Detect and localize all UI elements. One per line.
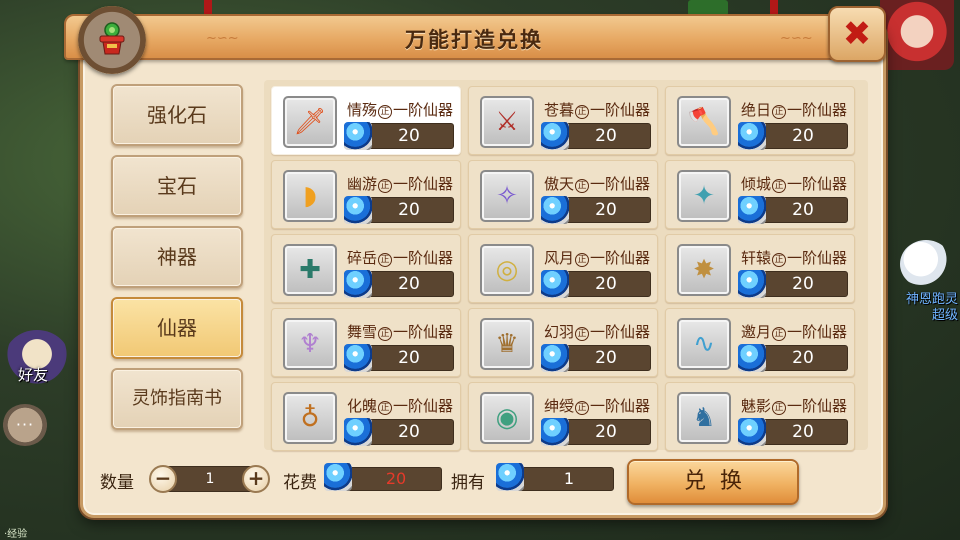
spear-icon: ⚔ (480, 96, 534, 148)
skirt-icon: ♆ (283, 318, 337, 370)
sidebar-tab[interactable]: 宝石 (111, 155, 243, 217)
item-card[interactable]: ✧ 傲天正一阶仙器 20 (468, 160, 658, 229)
star-weapon-icon: ✸ (677, 244, 731, 296)
increase-quantity-button[interactable]: + (242, 465, 270, 493)
gem-icon (541, 270, 569, 298)
item-name: 情殇正一阶仙器 (347, 101, 454, 119)
gem-icon (541, 418, 569, 446)
item-card[interactable]: 🪓 绝日正一阶仙器 20 (665, 86, 855, 155)
staff-icon: ✧ (480, 170, 534, 222)
zheng-mark-icon: 正 (772, 401, 787, 415)
gem-icon (738, 196, 766, 224)
cost-label: 花费 (283, 473, 317, 493)
crown-icon: ♛ (480, 318, 534, 370)
bracelet-icon: ◉ (480, 392, 534, 444)
zheng-mark-icon: 正 (378, 327, 393, 341)
close-button[interactable]: ✖ (828, 6, 886, 62)
fan-icon: ◗ (283, 170, 337, 222)
quantity-label: 数量 (100, 473, 134, 493)
zheng-mark-icon: 正 (772, 327, 787, 341)
item-name: 魅影正一阶仙器 (741, 397, 848, 415)
item-card[interactable]: ♁ 化魄正一阶仙器 20 (271, 382, 461, 451)
axe-icon: 🪓 (677, 96, 731, 148)
item-card[interactable]: ♛ 幻羽正一阶仙器 20 (468, 308, 658, 377)
pet-egg-icon (900, 240, 952, 288)
gem-icon (738, 344, 766, 372)
item-card[interactable]: ◉ 绅绶正一阶仙器 20 (468, 382, 658, 451)
zheng-mark-icon: 正 (772, 105, 787, 119)
item-card[interactable]: ⚔ 苍暮正一阶仙器 20 (468, 86, 658, 155)
item-card[interactable]: ◎ 风月正一阶仙器 20 (468, 234, 658, 303)
emblem-icon (78, 6, 146, 74)
item-card[interactable]: ∿ 邀月正一阶仙器 20 (665, 308, 855, 377)
item-name: 邀月正一阶仙器 (741, 323, 848, 341)
item-card[interactable]: ◗ 幽游正一阶仙器 20 (271, 160, 461, 229)
item-name: 苍暮正一阶仙器 (544, 101, 651, 119)
zheng-mark-icon: 正 (378, 179, 393, 193)
gem-icon (496, 463, 524, 491)
zheng-mark-icon: 正 (575, 401, 590, 415)
gem-icon (738, 270, 766, 298)
ribbon-icon: ∿ (677, 318, 731, 370)
chat-icon[interactable]: ··· (2, 404, 48, 446)
exchange-button[interactable]: 兑换 (627, 459, 799, 505)
item-name: 绝日正一阶仙器 (741, 101, 848, 119)
sidebar-tab[interactable]: 仙器 (111, 297, 243, 359)
item-name: 风月正一阶仙器 (544, 249, 651, 267)
gem-icon (324, 463, 352, 491)
sidebar-tab[interactable]: 灵饰指南书 (111, 368, 243, 430)
gem-icon (344, 122, 372, 150)
zheng-mark-icon: 正 (575, 327, 590, 341)
right-hud-text: 神恩跑灵 超级 (905, 292, 958, 323)
owned-label: 拥有 (451, 473, 485, 493)
pendant-icon: ♁ (283, 392, 337, 444)
player-avatar[interactable] (880, 0, 954, 70)
zheng-mark-icon: 正 (378, 105, 393, 119)
decrease-quantity-button[interactable]: − (149, 465, 177, 493)
gem-icon (541, 196, 569, 224)
gem-icon (738, 122, 766, 150)
gem-icon (541, 122, 569, 150)
item-name: 傲天正一阶仙器 (544, 175, 651, 193)
item-name: 轩辕正一阶仙器 (741, 249, 848, 267)
zheng-mark-icon: 正 (772, 179, 787, 193)
sidebar-tab[interactable]: 强化石 (111, 84, 243, 146)
boots-icon: ♞ (677, 392, 731, 444)
page-title: 万能打造兑换 (405, 28, 543, 52)
zheng-mark-icon: 正 (772, 253, 787, 267)
gem-icon (738, 418, 766, 446)
bottom-hud-text: ·经验 (4, 529, 28, 540)
gem-icon (344, 344, 372, 372)
item-name: 绅绶正一阶仙器 (544, 397, 651, 415)
item-card[interactable]: ✸ 轩辕正一阶仙器 20 (665, 234, 855, 303)
item-name: 舞雪正一阶仙器 (347, 323, 454, 341)
gem-icon (344, 418, 372, 446)
gem-icon (344, 196, 372, 224)
zheng-mark-icon: 正 (378, 401, 393, 415)
item-card[interactable]: ♆ 舞雪正一阶仙器 20 (271, 308, 461, 377)
gem-icon (344, 270, 372, 298)
zheng-mark-icon: 正 (378, 253, 393, 267)
item-name: 幽游正一阶仙器 (347, 175, 454, 193)
hammer-icon: ✚ (283, 244, 337, 296)
item-card[interactable]: ✚ 碎岳正一阶仙器 20 (271, 234, 461, 303)
zheng-mark-icon: 正 (575, 105, 590, 119)
item-card[interactable]: ✦ 倾城正一阶仙器 20 (665, 160, 855, 229)
gem-icon (541, 344, 569, 372)
item-card[interactable]: ♞ 魅影正一阶仙器 20 (665, 382, 855, 451)
sword-icon: 🗡 (283, 96, 337, 148)
sidebar-tab[interactable]: 神器 (111, 226, 243, 288)
item-name: 倾城正一阶仙器 (741, 175, 848, 193)
item-name: 化魄正一阶仙器 (347, 397, 454, 415)
item-name: 碎岳正一阶仙器 (347, 249, 454, 267)
item-name: 幻羽正一阶仙器 (544, 323, 651, 341)
zheng-mark-icon: 正 (575, 179, 590, 193)
ring-icon: ◎ (480, 244, 534, 296)
blade-icon: ✦ (677, 170, 731, 222)
friend-label[interactable]: 好友 (10, 364, 56, 386)
zheng-mark-icon: 正 (575, 253, 590, 267)
item-card[interactable]: 🗡 情殇正一阶仙器 20 (271, 86, 461, 155)
